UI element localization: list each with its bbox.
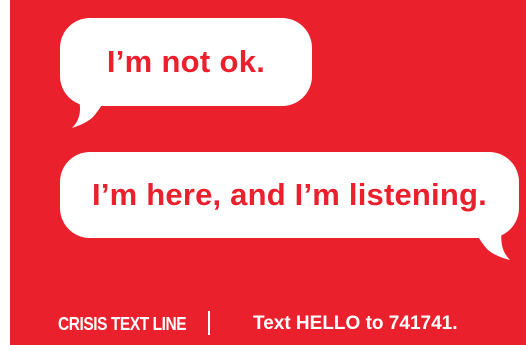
incoming-message-text: I’m not ok. xyxy=(106,44,266,79)
footer: CRISIS TEXT LINE Text HELLO to 741741. xyxy=(10,305,526,341)
reply-message-text: I’m here, and I’m listening. xyxy=(92,177,487,212)
crisis-text-line-poster: I’m not ok. I’m here, and I’m listening.… xyxy=(10,0,526,345)
bubble-tail-left-icon xyxy=(72,96,108,128)
divider xyxy=(208,311,210,335)
bubble-tail-right-icon xyxy=(472,228,510,260)
speech-bubble-reply: I’m here, and I’m listening. xyxy=(60,152,519,238)
speech-bubble-incoming: I’m not ok. xyxy=(60,18,312,106)
call-to-action-text: Text HELLO to 741741. xyxy=(253,313,458,334)
brand-logo-text: CRISIS TEXT LINE xyxy=(58,314,187,334)
